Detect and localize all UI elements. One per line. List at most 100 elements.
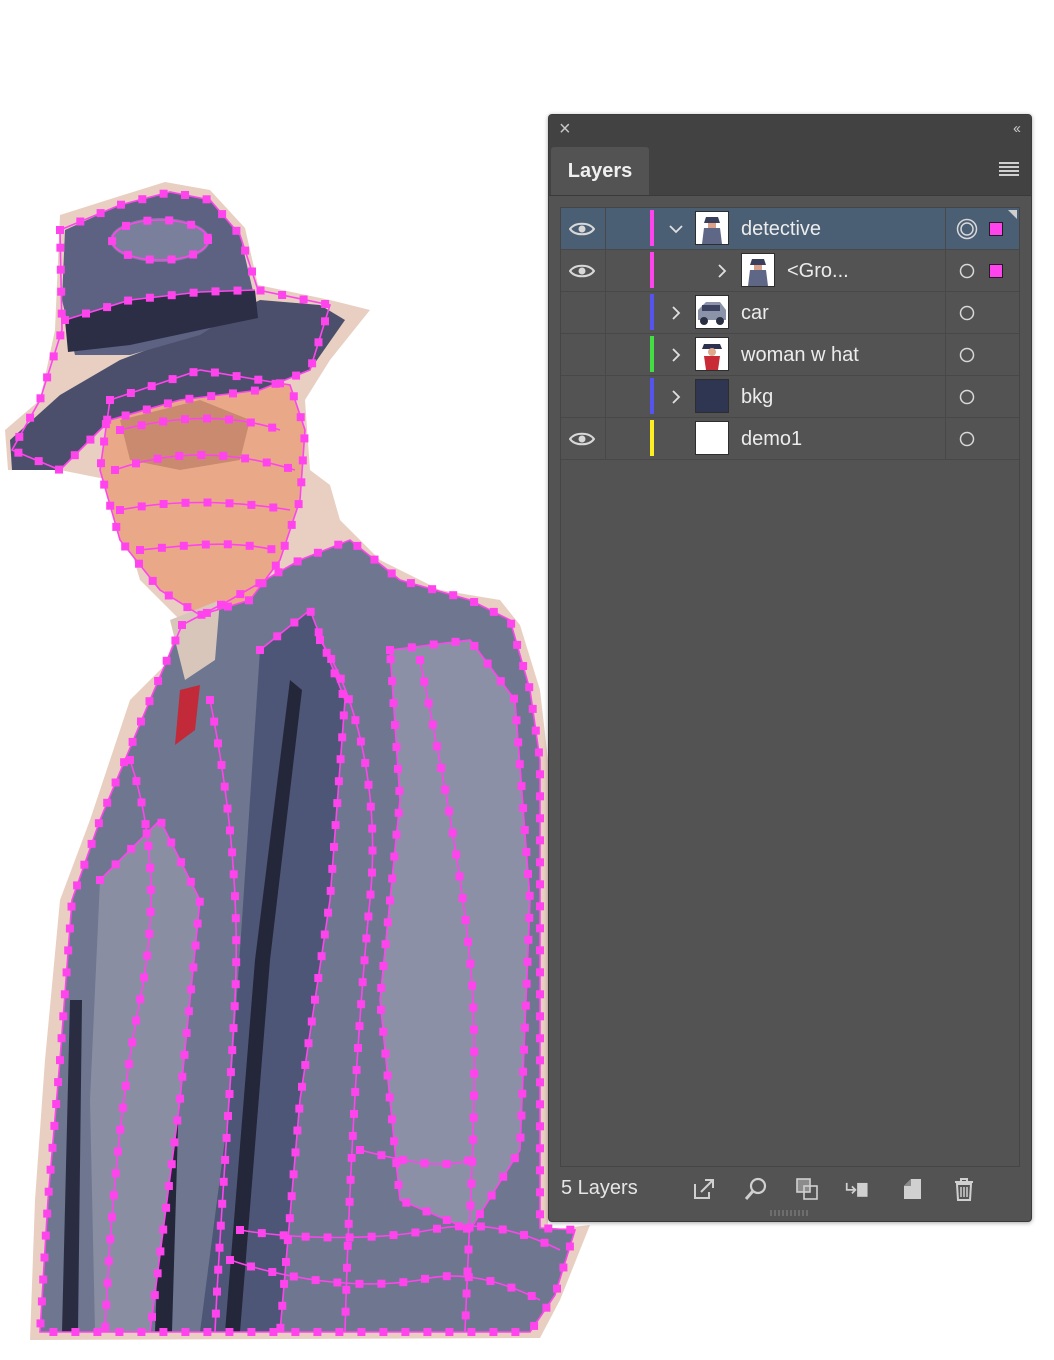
anchor-point[interactable] — [269, 1328, 278, 1336]
anchor-point[interactable] — [496, 677, 505, 686]
layer-name[interactable]: bkg — [741, 376, 773, 418]
layer-row[interactable]: car — [561, 292, 1019, 334]
anchor-point[interactable] — [433, 742, 441, 751]
anchor-point[interactable] — [528, 704, 537, 713]
anchor-point[interactable] — [411, 1228, 420, 1237]
anchor-point[interactable] — [148, 1312, 156, 1321]
anchor-point[interactable] — [507, 619, 516, 628]
anchor-point[interactable] — [343, 1241, 352, 1250]
anchor-point[interactable] — [103, 415, 112, 424]
anchor-point[interactable] — [343, 1263, 351, 1272]
anchor-point[interactable] — [392, 830, 401, 839]
anchor-point[interactable] — [132, 777, 141, 786]
anchor-point[interactable] — [187, 220, 196, 229]
anchor-point[interactable] — [231, 914, 240, 923]
chevron-down-icon[interactable] — [669, 222, 683, 236]
anchor-point[interactable] — [206, 696, 214, 704]
anchor-point[interactable] — [222, 1133, 231, 1142]
anchor-point[interactable] — [280, 1279, 289, 1288]
anchor-point[interactable] — [420, 1159, 429, 1168]
anchor-point[interactable] — [213, 1287, 221, 1296]
anchor-point[interactable] — [71, 1328, 80, 1336]
anchor-point[interactable] — [308, 359, 317, 368]
anchor-point[interactable] — [428, 720, 437, 729]
anchor-point[interactable] — [268, 1268, 277, 1276]
anchor-point[interactable] — [231, 980, 240, 989]
anchor-point[interactable] — [117, 200, 125, 209]
anchor-point[interactable] — [466, 959, 475, 968]
anchor-point[interactable] — [355, 1279, 364, 1288]
layer-name[interactable]: demo1 — [741, 418, 802, 460]
anchor-point[interactable] — [116, 506, 124, 514]
anchor-point[interactable] — [368, 824, 377, 833]
anchor-point[interactable] — [370, 555, 379, 564]
anchor-point[interactable] — [162, 656, 171, 665]
anchor-point[interactable] — [469, 1025, 478, 1034]
anchor-point[interactable] — [121, 1081, 130, 1090]
anchor-point[interactable] — [294, 500, 303, 509]
anchor-point[interactable] — [476, 1222, 485, 1231]
anchor-point[interactable] — [442, 1216, 451, 1224]
anchor-point[interactable] — [229, 1024, 238, 1033]
anchor-point[interactable] — [108, 237, 117, 246]
anchor-point[interactable] — [499, 1172, 508, 1181]
anchor-point[interactable] — [536, 1144, 544, 1153]
anchor-point[interactable] — [518, 1089, 527, 1098]
anchor-point[interactable] — [193, 919, 202, 928]
anchor-point[interactable] — [287, 520, 296, 529]
anchor-point[interactable] — [314, 628, 323, 637]
anchor-point[interactable] — [210, 368, 219, 377]
anchor-point[interactable] — [327, 654, 336, 663]
anchor-point[interactable] — [358, 978, 367, 987]
anchor-point[interactable] — [146, 907, 155, 916]
layer-name[interactable]: woman w hat — [741, 334, 859, 376]
anchor-point[interactable] — [536, 990, 544, 999]
anchor-point[interactable] — [102, 1300, 111, 1309]
anchor-point[interactable] — [292, 371, 301, 380]
anchor-point[interactable] — [289, 392, 298, 401]
anchor-point[interactable] — [454, 1222, 463, 1231]
anchor-point[interactable] — [111, 1169, 120, 1178]
anchor-point[interactable] — [219, 1177, 228, 1186]
anchor-point[interactable] — [15, 432, 24, 441]
anchor-point[interactable] — [246, 418, 255, 427]
anchor-point[interactable] — [93, 1328, 102, 1336]
anchor-point[interactable] — [113, 1147, 122, 1156]
collapse-icon[interactable]: ‹‹ — [1013, 119, 1021, 139]
anchor-point[interactable] — [142, 829, 151, 838]
anchor-point[interactable] — [347, 1153, 356, 1162]
anchor-point[interactable] — [147, 382, 156, 391]
anchor-point[interactable] — [486, 1277, 495, 1285]
anchor-point[interactable] — [386, 655, 395, 664]
anchor-point[interactable] — [334, 540, 343, 549]
anchor-point[interactable] — [26, 413, 35, 422]
anchor-point[interactable] — [128, 1038, 137, 1047]
anchor-point[interactable] — [257, 1229, 266, 1238]
anchor-point[interactable] — [143, 216, 152, 225]
anchor-point[interactable] — [76, 217, 85, 226]
anchor-point[interactable] — [437, 764, 446, 772]
anchor-point[interactable] — [245, 596, 253, 605]
anchor-point[interactable] — [433, 1224, 441, 1233]
anchor-point[interactable] — [247, 1328, 256, 1336]
anchor-point[interactable] — [97, 459, 105, 468]
anchor-point[interactable] — [377, 983, 386, 992]
anchor-point[interactable] — [341, 1307, 350, 1316]
layer-row[interactable]: <Gro... — [561, 250, 1019, 292]
anchor-point[interactable] — [137, 421, 146, 430]
anchor-point[interactable] — [121, 542, 130, 551]
selection-indicator[interactable] — [989, 222, 1003, 236]
anchor-point[interactable] — [536, 946, 544, 955]
anchor-point[interactable] — [469, 1113, 478, 1122]
anchor-point[interactable] — [451, 637, 460, 646]
anchor-point[interactable] — [36, 394, 45, 403]
target-circle-icon[interactable] — [958, 262, 976, 280]
eye-icon[interactable] — [568, 220, 596, 238]
anchor-point[interactable] — [466, 1201, 475, 1210]
anchor-point[interactable] — [184, 1007, 193, 1016]
anchor-point[interactable] — [356, 737, 365, 746]
anchor-point[interactable] — [536, 770, 544, 779]
anchor-point[interactable] — [324, 908, 333, 917]
anchor-point[interactable] — [106, 396, 114, 404]
anchor-point[interactable] — [536, 902, 544, 911]
